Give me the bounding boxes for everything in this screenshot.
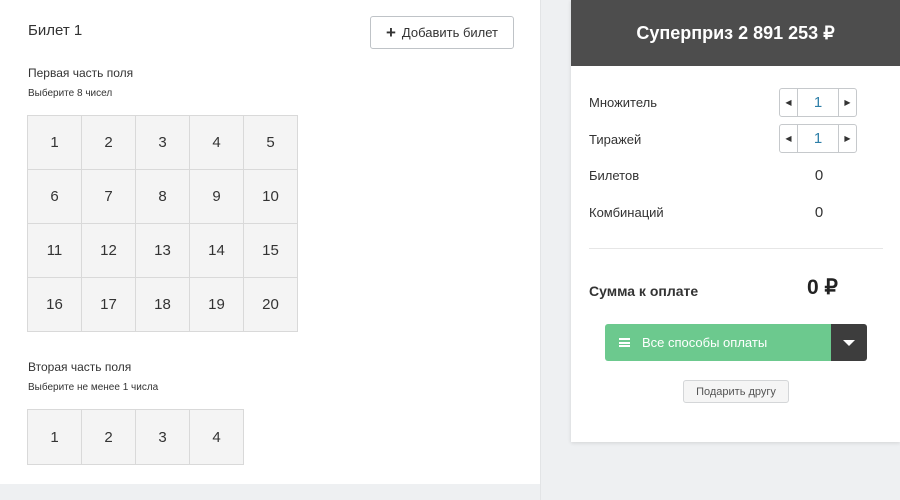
tickets-label: Билетов	[589, 168, 640, 183]
field2-number-grid: 1 2 3 4	[27, 409, 244, 465]
gift-to-friend-button[interactable]: Подарить другу	[683, 380, 789, 403]
total-value: 0 ₽	[807, 276, 838, 299]
field1-number-grid: 1 2 3 4 5 6 7 8 9 10 11 12 13 14 15 16 1…	[27, 115, 298, 332]
number-cell[interactable]: 1	[28, 410, 82, 465]
superprize-header: Суперприз 2 891 253 ₽	[571, 0, 900, 66]
add-ticket-button[interactable]: + Добавить билет	[370, 16, 514, 49]
number-cell[interactable]: 3	[136, 116, 190, 170]
multiplier-label: Множитель	[589, 95, 658, 110]
chevron-right-icon[interactable]: ▶	[838, 125, 856, 152]
divider	[589, 248, 883, 249]
number-cell[interactable]: 2	[82, 116, 136, 170]
number-cell[interactable]: 18	[136, 278, 190, 332]
number-cell[interactable]: 7	[82, 170, 136, 224]
payment-methods-main[interactable]: Все способы оплаты	[605, 324, 831, 361]
payment-dropdown-toggle[interactable]	[831, 324, 867, 361]
field2-hint: Выберите не менее 1 числа	[28, 382, 159, 393]
caret-down-icon	[843, 339, 855, 346]
field1-hint: Выберите 8 чисел	[28, 88, 113, 99]
number-cell[interactable]: 5	[244, 116, 298, 170]
multiplier-value[interactable]: 1	[798, 89, 838, 116]
ticket-panel: Билет 1 + Добавить билет Первая часть по…	[0, 0, 541, 500]
combinations-label: Комбинаций	[589, 205, 664, 220]
number-cell[interactable]: 10	[244, 170, 298, 224]
number-cell[interactable]: 20	[244, 278, 298, 332]
draws-label: Тиражей	[589, 132, 642, 147]
number-cell[interactable]: 6	[28, 170, 82, 224]
chevron-right-icon[interactable]: ▶	[838, 89, 856, 116]
tickets-value: 0	[814, 167, 824, 184]
number-cell[interactable]: 8	[136, 170, 190, 224]
number-cell[interactable]: 12	[82, 224, 136, 278]
number-cell[interactable]: 9	[190, 170, 244, 224]
number-cell[interactable]: 15	[244, 224, 298, 278]
number-cell[interactable]: 1	[28, 116, 82, 170]
number-cell[interactable]: 2	[82, 410, 136, 465]
number-cell[interactable]: 4	[190, 116, 244, 170]
number-cell[interactable]: 11	[28, 224, 82, 278]
ticket-panel-footer	[0, 484, 540, 500]
payment-methods-label: Все способы оплаты	[642, 335, 768, 350]
list-icon	[619, 338, 630, 347]
number-cell[interactable]: 17	[82, 278, 136, 332]
chevron-left-icon[interactable]: ◀	[780, 89, 798, 116]
ticket-title: Билет 1	[28, 22, 83, 39]
number-cell[interactable]: 14	[190, 224, 244, 278]
plus-icon: +	[385, 23, 396, 42]
field1-title: Первая часть поля	[28, 66, 134, 80]
chevron-left-icon[interactable]: ◀	[780, 125, 798, 152]
payment-methods-button[interactable]: Все способы оплаты	[605, 324, 867, 361]
draws-stepper[interactable]: ◀ 1 ▶	[779, 124, 857, 153]
total-label: Сумма к оплате	[589, 283, 699, 299]
number-cell[interactable]: 16	[28, 278, 82, 332]
field2-title: Вторая часть поля	[28, 360, 132, 374]
number-cell[interactable]: 13	[136, 224, 190, 278]
number-cell[interactable]: 4	[190, 410, 244, 465]
multiplier-stepper[interactable]: ◀ 1 ▶	[779, 88, 857, 117]
order-summary-panel: Суперприз 2 891 253 ₽ Множитель ◀ 1 ▶ Ти…	[571, 0, 900, 442]
number-cell[interactable]: 3	[136, 410, 190, 465]
add-ticket-label: Добавить билет	[401, 25, 499, 40]
draws-value[interactable]: 1	[798, 125, 838, 152]
combinations-value: 0	[814, 204, 824, 221]
number-cell[interactable]: 19	[190, 278, 244, 332]
